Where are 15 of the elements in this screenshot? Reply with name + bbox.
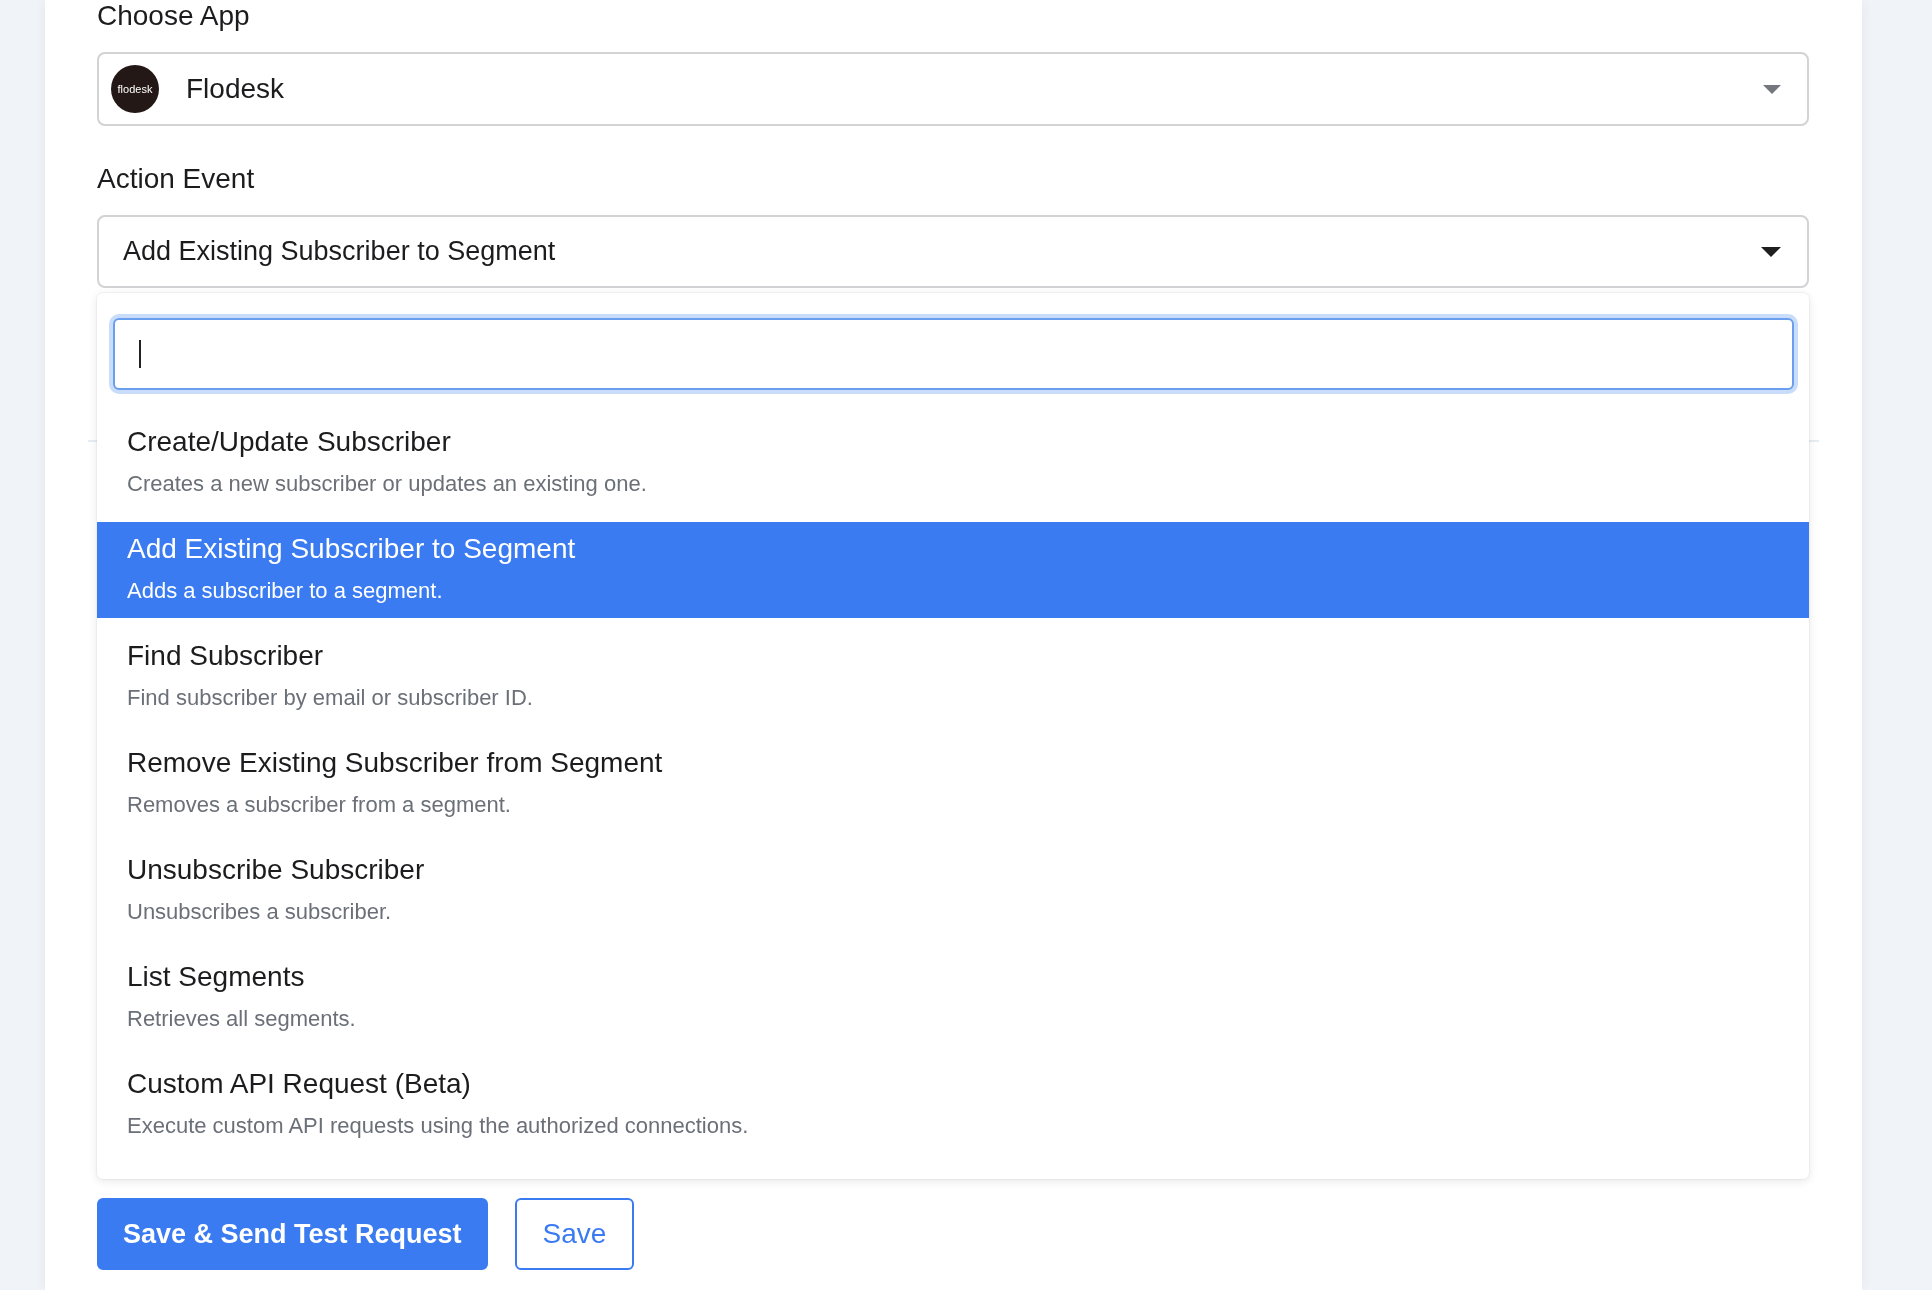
save-button[interactable]: Save (514, 1198, 635, 1270)
field-label: Choose App (97, 0, 250, 32)
save-and-test-button[interactable]: Save & Send Test Request (97, 1198, 488, 1270)
dropdown-option[interactable]: Remove Existing Subscriber from Segment Removes a subscriber from a segment. (97, 736, 1809, 832)
text-cursor-icon (139, 340, 141, 368)
app-select[interactable]: flodesk Flodesk (97, 52, 1809, 126)
app-logo: flodesk (111, 65, 159, 113)
dropdown-option[interactable]: Custom API Request (Beta) Execute custom API requests using the authorized connections. (97, 1057, 1809, 1153)
dropdown-option[interactable]: Add Existing Subscriber to Segment Adds a subscriber to a segment. (97, 522, 1809, 618)
dropdown-option[interactable]: Create/Update Subscriber Creates a new subscriber or updates an existing one. (97, 415, 1809, 511)
dropdown-option[interactable]: Unsubscribe Subscriber Unsubscribes a subscriber. (97, 843, 1809, 939)
dropdown-option[interactable]: List Segments Retrieves all segments. (97, 950, 1809, 1046)
field-label: Action Event (97, 163, 255, 195)
action-event-select[interactable]: Add Existing Subscriber to Segment (97, 215, 1809, 288)
dropdown-option[interactable]: Find Subscriber Find subscriber by email or subscriber ID. (97, 629, 1809, 725)
